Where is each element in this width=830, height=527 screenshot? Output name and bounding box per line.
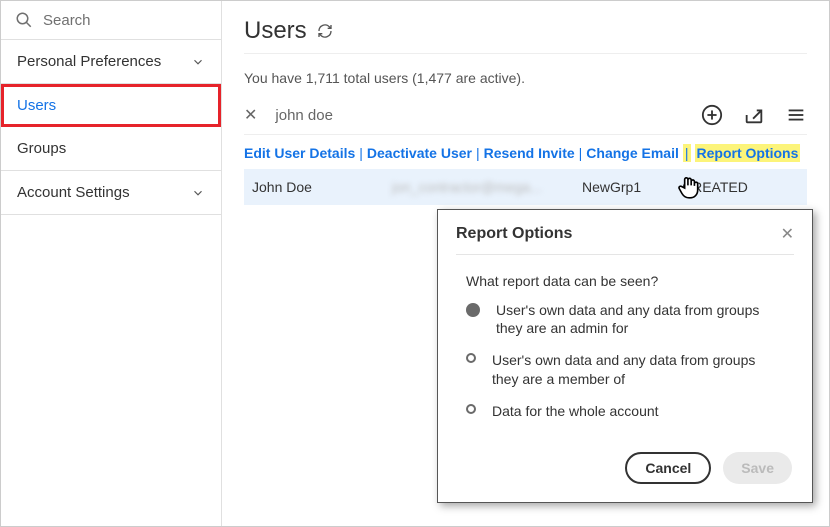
edit-user-link[interactable]: Edit User Details bbox=[244, 145, 355, 161]
cancel-button[interactable]: Cancel bbox=[625, 452, 711, 484]
cell-name: John Doe bbox=[252, 179, 392, 195]
radio-label: User's own data and any data from groups… bbox=[496, 301, 784, 337]
search-row[interactable]: Search bbox=[1, 1, 221, 40]
radio-option-account[interactable]: Data for the whole account bbox=[466, 402, 784, 420]
sidebar-item-label: Personal Preferences bbox=[17, 53, 161, 70]
sidebar-item-label: Users bbox=[17, 97, 56, 114]
add-icon[interactable] bbox=[701, 104, 723, 126]
cell-email: jon_contractor@mega... bbox=[392, 179, 582, 195]
refresh-icon[interactable] bbox=[317, 23, 333, 39]
chevron-down-icon bbox=[191, 186, 205, 200]
radio-option-admin[interactable]: User's own data and any data from groups… bbox=[466, 301, 784, 337]
search-label: Search bbox=[43, 12, 91, 29]
deactivate-user-link[interactable]: Deactivate User bbox=[367, 145, 472, 161]
user-actions-row: Edit User Details|Deactivate User|Resend… bbox=[244, 135, 807, 169]
radio-label: Data for the whole account bbox=[492, 402, 659, 420]
cell-group: NewGrp1 bbox=[582, 179, 682, 195]
filter-query[interactable]: john doe bbox=[275, 107, 333, 124]
sidebar-item-groups[interactable]: Groups bbox=[1, 127, 221, 171]
chevron-down-icon bbox=[191, 55, 205, 69]
radio-empty-icon bbox=[466, 353, 476, 363]
radio-empty-icon bbox=[466, 404, 476, 414]
table-row[interactable]: John Doe jon_contractor@mega... NewGrp1 … bbox=[244, 169, 807, 205]
modal-question: What report data can be seen? bbox=[466, 273, 784, 289]
cell-status: CREATED bbox=[682, 179, 762, 195]
divider bbox=[456, 254, 794, 255]
menu-icon[interactable] bbox=[785, 104, 807, 126]
resend-invite-link[interactable]: Resend Invite bbox=[484, 145, 575, 161]
radio-label: User's own data and any data from groups… bbox=[492, 351, 784, 387]
page-title: Users bbox=[244, 17, 307, 45]
sidebar: Search Personal Preferences Users Groups… bbox=[1, 1, 222, 526]
radio-option-member[interactable]: User's own data and any data from groups… bbox=[466, 351, 784, 387]
search-icon bbox=[15, 11, 33, 29]
sidebar-item-personal-preferences[interactable]: Personal Preferences bbox=[1, 40, 221, 84]
user-count-text: You have 1,711 total users (1,477 are ac… bbox=[244, 70, 807, 86]
modal-title: Report Options bbox=[456, 225, 572, 243]
report-options-link[interactable]: Report Options bbox=[695, 144, 801, 162]
save-button: Save bbox=[723, 452, 792, 484]
radio-filled-icon bbox=[466, 303, 480, 317]
export-icon[interactable] bbox=[743, 104, 765, 126]
report-options-modal: Report Options ✕ What report data can be… bbox=[437, 209, 813, 503]
sidebar-item-label: Groups bbox=[17, 140, 66, 157]
close-icon[interactable]: ✕ bbox=[781, 224, 794, 244]
sidebar-item-users[interactable]: Users bbox=[1, 84, 221, 127]
sidebar-item-label: Account Settings bbox=[17, 184, 130, 201]
sidebar-item-account-settings[interactable]: Account Settings bbox=[1, 171, 221, 215]
clear-filter-icon[interactable]: ✕ bbox=[244, 105, 257, 125]
change-email-link[interactable]: Change Email bbox=[586, 145, 679, 161]
